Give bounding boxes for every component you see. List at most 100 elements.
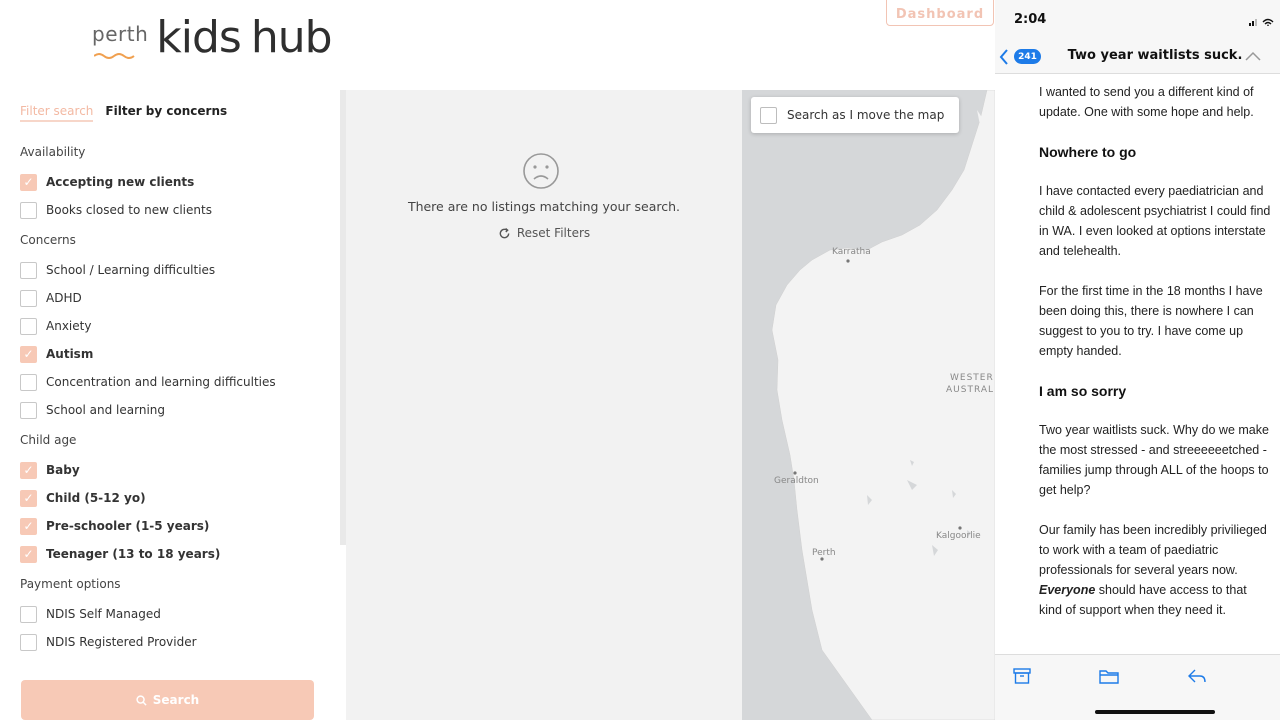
filter-option-label: Teenager (13 to 18 years) [46,547,221,561]
email-heading: Nowhere to go [1039,144,1137,160]
checkbox-icon[interactable] [20,261,37,279]
map-label-perth: Perth [812,548,836,558]
folder-icon[interactable] [1099,667,1119,685]
status-time: 2:04 [1014,12,1047,27]
filter-option-label: NDIS Self Managed [46,607,161,621]
email-paragraph: For the first time in the 18 months I ha… [1039,284,1263,358]
map-label-karratha: Karratha [832,247,871,257]
filter-option-label: ADHD [46,291,82,305]
map-search-toggle[interactable]: Search as I move the map [751,97,959,133]
email-paragraph: I have contacted every paediatrician and… [1039,184,1271,258]
search-button-label: Search [152,693,200,707]
phone-email-view: 2:04 241 Two year waitlists suck. I want… [995,0,1280,720]
filter-group-availability: Availability ✓ Accepting new clients Boo… [20,142,330,224]
map-view[interactable]: Karratha WESTER AUSTRAL Geraldton Kalgoo… [742,90,995,720]
filter-group-payment-options: Payment options NDIS Self Managed NDIS R… [20,574,330,656]
filter-option-pre-schooler[interactable]: ✓ Pre-schooler (1-5 years) [20,512,330,540]
archive-icon[interactable] [1012,667,1032,685]
filter-group-title: Payment options [20,577,121,591]
filter-option-books-closed[interactable]: Books closed to new clients [20,196,330,224]
checkbox-icon[interactable] [20,605,37,623]
tab-filter-by-concerns[interactable]: Filter by concerns [105,104,227,122]
logo-kids-text: kids [156,12,242,63]
filter-group-title: Availability [20,145,86,159]
checkbox-icon[interactable] [20,401,37,419]
checkbox-icon[interactable] [20,201,37,219]
unread-count-badge[interactable]: 241 [1014,49,1041,64]
reply-icon[interactable] [1187,667,1207,685]
no-results-message: There are no listings matching your sear… [407,199,681,214]
home-indicator [1095,710,1215,714]
logo-hub-text: hub [250,12,333,63]
chevron-up-icon[interactable] [1245,51,1261,61]
filter-option-baby[interactable]: ✓ Baby [20,456,330,484]
map-label-western: WESTER [950,373,994,383]
kids-hub-website: perth kids hub Dashboard Filter search F… [0,0,995,720]
filter-group-title: Child age [20,433,77,447]
filter-option-label: Baby [46,463,80,477]
status-bar: 2:04 [995,0,1280,40]
map-label-kalgoorlie: Kalgoorlie [936,531,981,541]
filter-option-label: Pre-schooler (1-5 years) [46,519,210,533]
map-label-australia: AUSTRAL [946,385,995,395]
search-button[interactable]: Search [21,680,314,720]
filter-tabs: Filter search Filter by concerns [20,104,227,122]
filter-option-ndis-self-managed[interactable]: NDIS Self Managed [20,600,330,628]
back-chevron-icon[interactable] [999,48,1009,66]
sad-face-icon [523,153,559,189]
filter-option-concentration[interactable]: Concentration and learning difficulties [20,368,330,396]
refresh-icon [499,227,510,238]
email-paragraph: I wanted to send you a different kind of… [1039,85,1254,119]
checkbox-icon[interactable] [20,317,37,335]
checkbox-checked-icon[interactable]: ✓ [20,545,37,563]
logo-wave-icon [94,53,135,59]
filter-sidebar: Filter search Filter by concerns Availab… [0,90,340,720]
checkbox-checked-icon[interactable]: ✓ [20,517,37,535]
search-icon [136,694,147,706]
map-search-label: Search as I move the map [787,108,945,122]
checkbox-checked-icon[interactable]: ✓ [20,345,37,363]
reset-filters-link[interactable]: Reset Filters [346,226,742,240]
filter-group-concerns: Concerns School / Learning difficulties … [20,230,330,424]
email-paragraph: Two year waitlists suck. Why do we make … [1039,423,1269,497]
email-body: I wanted to send you a different kind of… [1039,82,1271,640]
filter-option-school-and-learning[interactable]: School and learning [20,396,330,424]
filter-option-anxiety[interactable]: Anxiety [20,312,330,340]
map-label-geraldton: Geraldton [774,476,819,486]
filter-list: Availability ✓ Accepting new clients Boo… [20,142,330,662]
filter-option-label: Accepting new clients [46,175,195,189]
checkbox-checked-icon[interactable]: ✓ [20,173,37,191]
signal-wifi-icon [1249,18,1274,26]
filter-option-label: Concentration and learning difficulties [46,375,276,389]
map-land-shape [771,90,995,720]
email-text: Our family has been incredibly privilieg… [1039,523,1267,577]
dashboard-button[interactable]: Dashboard [886,0,994,26]
reset-filters-label: Reset Filters [516,226,591,240]
filter-option-accepting-new-clients[interactable]: ✓ Accepting new clients [20,168,330,196]
email-emphasis: Everyone [1039,583,1096,597]
checkbox-icon[interactable] [760,106,777,124]
checkbox-icon[interactable] [20,373,37,391]
filter-option-label: Books closed to new clients [46,203,212,217]
checkbox-checked-icon[interactable]: ✓ [20,461,37,479]
tab-filter-search[interactable]: Filter search [20,104,94,122]
filter-option-autism[interactable]: ✓ Autism [20,340,330,368]
filter-group-child-age: Child age ✓ Baby ✓ Child (5-12 yo) ✓ Pre… [20,430,330,568]
filter-option-label: NDIS Registered Provider [46,635,197,649]
checkbox-icon[interactable] [20,289,37,307]
filter-option-label: Child (5-12 yo) [46,491,146,505]
filter-option-school-learning-difficulties[interactable]: School / Learning difficulties [20,256,330,284]
email-subject: Two year waitlists suck. [1067,48,1243,63]
filter-option-teenager[interactable]: ✓ Teenager (13 to 18 years) [20,540,330,568]
filter-option-adhd[interactable]: ADHD [20,284,330,312]
filter-option-label: Autism [46,347,94,361]
filter-option-child[interactable]: ✓ Child (5-12 yo) [20,484,330,512]
logo-perth-text: perth [92,22,149,46]
filter-option-label: Anxiety [46,319,92,333]
filter-option-ndis-registered-provider[interactable]: NDIS Registered Provider [20,628,330,656]
site-logo[interactable]: perth kids hub [92,8,333,63]
checkbox-checked-icon[interactable]: ✓ [20,489,37,507]
email-paragraph: Our family has been incredibly privilieg… [1039,520,1271,620]
email-nav-bar: 241 Two year waitlists suck. [995,40,1280,74]
checkbox-icon[interactable] [20,633,37,651]
